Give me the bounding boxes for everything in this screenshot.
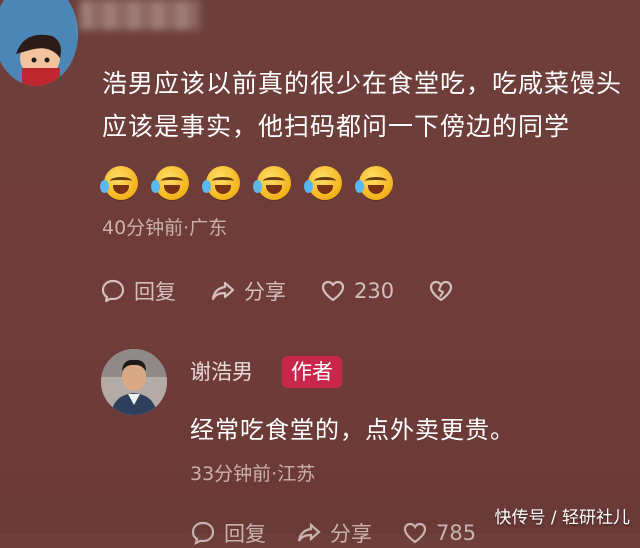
- reply-text: 经常吃食堂的，点外卖更贵。: [190, 416, 515, 444]
- laughing-crying-emoji-icon: [355, 166, 393, 200]
- reply-share-button[interactable]: 分享: [296, 518, 372, 548]
- like-count: 230: [354, 279, 395, 303]
- reply-label: 回复: [134, 280, 176, 304]
- share-arrow-icon: [211, 281, 235, 301]
- author-name[interactable]: 谢浩男: [190, 356, 253, 386]
- reply-share-label: 分享: [330, 522, 372, 546]
- chat-bubble-icon: [101, 279, 125, 303]
- reply-button[interactable]: 回复: [100, 276, 176, 306]
- watermark: 快传号 / 轻研社儿: [494, 508, 630, 528]
- share-arrow-icon: [297, 522, 321, 542]
- author-badge: 作者: [282, 356, 342, 388]
- reply-actions: 回复 分享 785: [190, 518, 506, 548]
- laughing-crying-emoji-icon: [202, 166, 240, 200]
- share-button[interactable]: 分享: [210, 276, 286, 306]
- blurred-username: [80, 0, 200, 30]
- broken-heart-icon: [429, 280, 453, 302]
- laughing-crying-emoji-icon: [100, 166, 138, 200]
- chat-bubble-icon: [191, 521, 215, 546]
- emoji-row: [100, 166, 393, 200]
- laughing-crying-emoji-icon: [304, 166, 342, 200]
- reply-like-count: 785: [436, 521, 477, 545]
- reply-meta: 33分钟前·江苏: [190, 463, 316, 485]
- comment-meta: 40分钟前·广东: [102, 217, 228, 239]
- author-avatar-image: [101, 349, 167, 415]
- comment-actions: 回复 分享 230: [100, 276, 488, 306]
- reply-reply-label: 回复: [224, 522, 266, 546]
- share-label: 分享: [244, 280, 286, 304]
- author-avatar[interactable]: [101, 349, 167, 415]
- comment-text: 浩男应该以前真的很少在食堂吃，吃咸菜馒头应该是事实，他扫码都问一下傍边的同学: [102, 69, 623, 141]
- like-button[interactable]: 230: [320, 278, 394, 304]
- dislike-button[interactable]: [428, 278, 454, 304]
- reply-like-button[interactable]: 785: [402, 518, 476, 548]
- reply-reply-button[interactable]: 回复: [190, 518, 266, 548]
- heart-icon: [321, 280, 345, 302]
- laughing-crying-emoji-icon: [151, 166, 189, 200]
- laughing-crying-emoji-icon: [253, 166, 291, 200]
- heart-icon: [403, 522, 427, 544]
